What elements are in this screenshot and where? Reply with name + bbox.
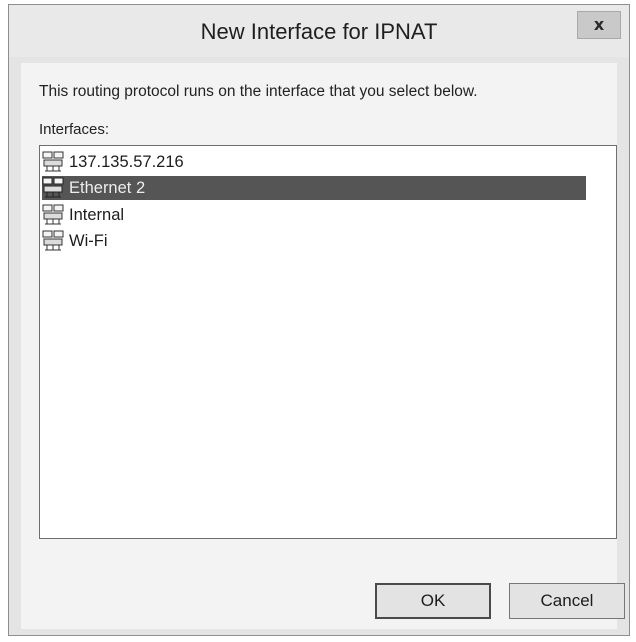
dialog-title: New Interface for IPNAT — [200, 19, 438, 44]
interfaces-label: Interfaces: — [39, 121, 110, 138]
network-adapter-icon — [42, 177, 64, 198]
network-adapter-icon — [42, 151, 64, 172]
description-text: This routing protocol runs on the interf… — [39, 83, 478, 100]
network-adapter-icon — [42, 230, 64, 251]
network-adapter-icon — [42, 204, 64, 225]
list-item-ethernet-2[interactable]: Ethernet 2 — [42, 176, 586, 200]
new-interface-dialog: New Interface for IPNAT x This routing p… — [8, 4, 630, 636]
list-item-137-135-57-216[interactable]: 137.135.57.216 — [42, 150, 184, 174]
ok-button[interactable]: OK — [375, 583, 491, 619]
title-bar[interactable]: New Interface for IPNAT x — [9, 5, 629, 57]
interface-label: 137.135.57.216 — [69, 152, 184, 171]
close-button[interactable]: x — [577, 11, 621, 39]
cancel-button[interactable]: Cancel — [509, 583, 625, 619]
dialog-body: This routing protocol runs on the interf… — [21, 63, 625, 629]
interface-label: Internal — [69, 205, 125, 224]
interface-label: Ethernet 2 — [69, 178, 146, 197]
interfaces-list[interactable]: 137.135.57.216 Ethernet 2 Internal Wi-Fi — [39, 145, 617, 539]
list-item-wi-fi[interactable]: Wi-Fi — [42, 229, 107, 253]
list-item-internal[interactable]: Internal — [42, 203, 124, 227]
interface-label: Wi-Fi — [69, 231, 108, 250]
